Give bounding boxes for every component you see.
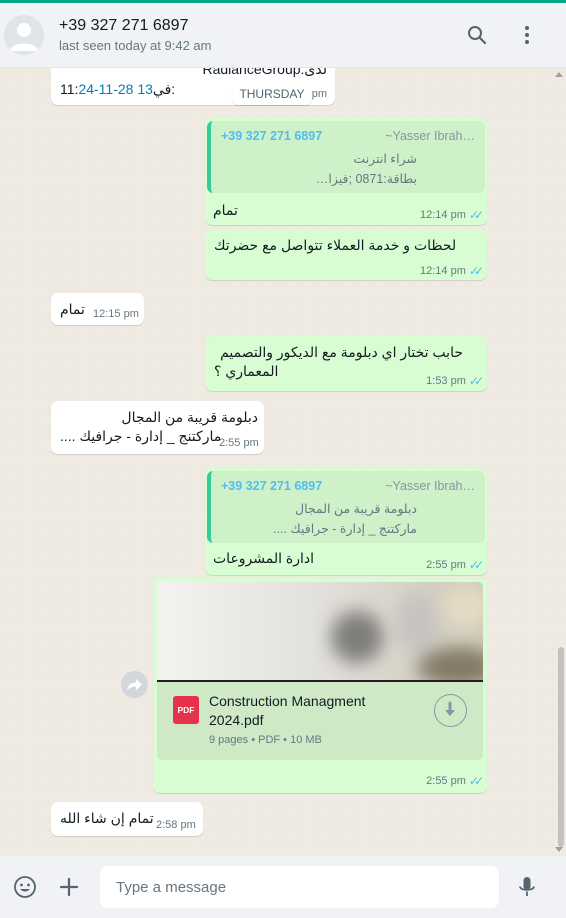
contact-status: last seen today at 9:42 am	[59, 38, 212, 53]
message-list[interactable]: لدى:RadianceGroup 11:24-11-28 13في: pm T…	[0, 68, 566, 856]
quoted-text: دبلومة قريبة من المجال	[295, 502, 417, 516]
message-text: دبلومة قريبة من المجال	[121, 409, 258, 425]
quoted-text: شراء انترنت	[353, 152, 417, 166]
chat-header: +39 327 271 6897 last seen today at 9:42…	[0, 3, 566, 68]
message-meta: 12:14 pm ✓✓	[420, 264, 484, 278]
message-text: تمام	[213, 202, 238, 218]
message-meta: 1:53 pm ✓✓	[426, 374, 484, 388]
message-text: لدى:RadianceGroup	[202, 68, 327, 77]
message-bubble-outgoing[interactable]: لحظات و خدمة العملاء تتواصل مع حضرتك 12:…	[205, 229, 487, 280]
message-time: pm	[311, 88, 327, 100]
message-bubble-outgoing[interactable]: +39 327 271 6897 ~Yasser Ibrah… شراء انت…	[205, 118, 487, 225]
attach-icon[interactable]	[57, 875, 81, 899]
avatar[interactable]	[4, 15, 44, 55]
quoted-message[interactable]: +39 327 271 6897 ~Yasser Ibrah… دبلومة ق…	[207, 471, 485, 543]
download-icon	[445, 701, 455, 716]
contact-name[interactable]: +39 327 271 6897	[59, 17, 188, 35]
blurred-preview-icon	[157, 582, 483, 680]
message-meta: 2:55 pm ✓✓	[426, 558, 484, 572]
message-bubble-outgoing[interactable]: PDF Construction Managment 2024.pdf 9 pa…	[153, 578, 487, 793]
message-time: 2:55 pm	[426, 559, 466, 571]
message-bubble-incoming[interactable]: تمام إن شاء الله 2:58 pm	[51, 802, 203, 836]
read-receipt-icon: ✓✓	[468, 374, 484, 388]
chat-scrollbar[interactable]	[555, 72, 564, 852]
read-receipt-icon: ✓✓	[468, 774, 484, 788]
emoji-icon[interactable]	[13, 875, 37, 899]
document-meta: 9 pages • PDF • 10 MB	[209, 734, 322, 746]
message-bubble-outgoing[interactable]: حابب تختار اي دبلومة مع الديكور والتصميم…	[205, 336, 487, 391]
message-text: لحظات و خدمة العملاء تتواصل مع حضرتك	[214, 237, 457, 253]
message-bubble-outgoing[interactable]: +39 327 271 6897 ~Yasser Ibrah… دبلومة ق…	[205, 468, 487, 575]
forward-icon	[127, 679, 142, 691]
quoted-sender-number: +39 327 271 6897	[221, 479, 323, 493]
message-bubble-incoming[interactable]: تمام 12:15 pm	[51, 293, 144, 325]
message-time: 2:58 pm	[156, 819, 196, 831]
date-separator: THURSDAY	[232, 83, 312, 105]
message-text: حابب تختار اي دبلومة مع الديكور والتصميم	[220, 344, 463, 360]
forward-button[interactable]	[121, 671, 148, 698]
search-icon[interactable]	[465, 23, 489, 47]
message-text: المعماري ؟	[214, 363, 279, 379]
document-preview-image[interactable]	[157, 582, 483, 680]
message-time: 2:55 pm	[219, 437, 259, 449]
document-attachment[interactable]: PDF Construction Managment 2024.pdf 9 pa…	[157, 680, 483, 760]
pdf-icon: PDF	[173, 696, 199, 724]
message-text: تمام	[60, 301, 85, 317]
message-text: ادارة المشروعات	[213, 550, 315, 566]
quoted-sender-name: ~Yasser Ibrah…	[385, 129, 475, 143]
message-meta: 12:14 pm ✓✓	[420, 208, 484, 222]
scrollbar-thumb[interactable]	[558, 647, 564, 847]
message-time: 12:15 pm	[93, 308, 139, 320]
scroll-up-arrow-icon[interactable]	[555, 72, 563, 77]
quoted-text: ماركتنج _ إدارة - جرافيك ....	[273, 522, 417, 536]
document-filename: Construction Managment 2024.pdf	[209, 693, 366, 728]
read-receipt-icon: ✓✓	[468, 208, 484, 222]
scroll-down-arrow-icon[interactable]	[555, 847, 563, 852]
mic-icon[interactable]	[515, 875, 539, 899]
quoted-sender-number: +39 327 271 6897	[221, 129, 323, 143]
message-text: ماركتنج _ إدارة - جرافيك ....	[60, 428, 222, 444]
message-time: 1:53 pm	[426, 375, 466, 387]
message-text: تمام إن شاء الله	[60, 810, 154, 826]
message-time: 12:14 pm	[420, 209, 466, 221]
default-avatar-icon	[10, 23, 38, 51]
download-button[interactable]	[434, 694, 467, 727]
quoted-text: بطاقة:0871 ;فيزا…	[315, 172, 417, 186]
quoted-sender-name: ~Yasser Ibrah…	[385, 479, 475, 493]
message-time: 2:55 pm	[426, 775, 466, 787]
message-time: 12:14 pm	[420, 265, 466, 277]
message-bubble-incoming[interactable]: دبلومة قريبة من المجال ماركتنج _ إدارة -…	[51, 401, 264, 454]
read-receipt-icon: ✓✓	[468, 558, 484, 572]
menu-icon[interactable]	[515, 23, 539, 47]
message-meta: 2:55 pm ✓✓	[426, 774, 484, 788]
read-receipt-icon: ✓✓	[468, 264, 484, 278]
message-text: 11:24-11-28 13في:	[60, 81, 176, 97]
quoted-message[interactable]: +39 327 271 6897 ~Yasser Ibrah… شراء انت…	[207, 121, 485, 193]
message-input[interactable]	[100, 866, 499, 908]
message-composer	[0, 856, 566, 918]
